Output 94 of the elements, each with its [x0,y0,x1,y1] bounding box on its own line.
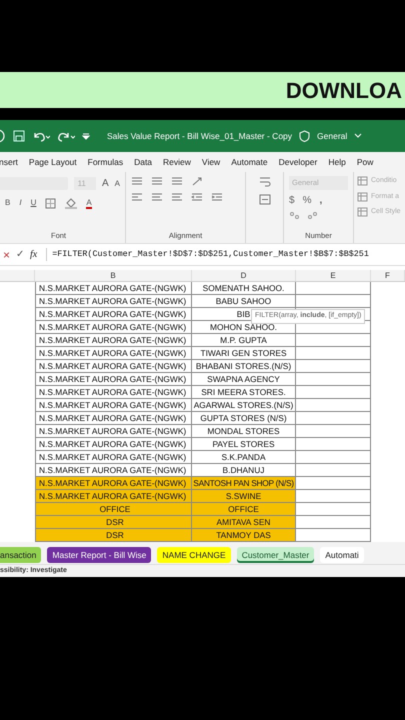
save-icon[interactable] [13,130,25,142]
font-color-button[interactable]: A [86,198,92,208]
table-cell: AGARWAL STORES.(N/S) [192,399,296,412]
borders-icon[interactable] [45,198,56,208]
table-style-icon[interactable] [357,207,368,218]
fill-color-icon[interactable] [65,197,78,209]
table-cell: N.S.MARKET AURORA GATE-(NGWK) [35,334,192,347]
merge-cells-icon[interactable] [258,194,270,205]
sheet-tab[interactable]: NAME CHANGE [157,546,231,562]
align-top-icon[interactable] [131,176,143,186]
sheet-tab[interactable]: Automati [320,546,364,562]
wrap-text-icon[interactable] [258,176,270,188]
ribbon-tab[interactable]: Pow [356,156,374,168]
table-cell: N.S.MARKET AURORA GATE-(NGWK) [35,399,192,412]
table-cell: SWAPNA AGENCY [192,373,296,386]
table-cell: SRI MEERA STORES. [192,386,296,399]
currency-button[interactable]: $ [289,193,295,208]
table-cell: AMITAVA SEN [192,516,296,529]
increase-font-button[interactable]: A [102,176,109,191]
document-title: Sales Value Report - Bill Wise_01_Master - Copy [107,130,292,142]
decrease-indent-icon[interactable] [191,192,203,202]
table-cell: N.S.MARKET AURORA GATE-(NGWK) [35,438,192,451]
table-cell: M.P. GUPTA [192,334,296,347]
align-left-icon[interactable] [131,192,143,202]
table-cell: N.S.MARKET AURORA GATE-(NGWK) [35,373,192,386]
table-cell: S.SWINE [192,490,296,503]
table-cell: N.S.MARKET AURORA GATE-(NGWK) [35,295,192,308]
table-cell: TANMOY DAS [192,529,296,542]
ribbon-tab[interactable]: Developer [278,156,318,168]
align-bottom-icon[interactable] [171,176,183,186]
table-cell: N.S.MARKET AURORA GATE-(NGWK) [35,308,192,321]
column-header[interactable]: D [192,270,296,281]
table-cell: N.S.MARKET AURORA GATE-(NGWK) [35,282,192,295]
ribbon-tab[interactable]: Review [163,156,191,168]
chevron-icon[interactable] [354,133,362,139]
sheet-tab[interactable]: Master Report - Bill Wise [47,546,152,562]
table-cell: GUPTA STORES (N/S) [192,412,296,425]
table-cell: SANTOSH PAN SHOP (N/S) [192,477,296,490]
undo-icon[interactable] [32,130,50,142]
table-cell: TIWARI GEN STORES [192,347,296,360]
ribbon-tab[interactable]: View [202,156,220,168]
table-cell: N.S.MARKET AURORA GATE-(NGWK) [35,490,192,503]
ribbon-tab[interactable]: Page Layout [28,156,77,168]
underline-button[interactable]: U [30,197,36,209]
table-cell: N.S.MARKET AURORA GATE-(NGWK) [35,386,192,399]
italic-button[interactable]: I [19,197,22,209]
sheet-tab[interactable]: ansaction [0,546,42,562]
ribbon-tab[interactable]: Formulas [88,156,124,168]
bold-button[interactable]: B [5,197,10,209]
column-header[interactable]: E [296,270,371,281]
cancel-button[interactable]: × [3,246,10,264]
table-cell: S.K.PANDA [192,451,296,464]
sensitivity-label[interactable]: General [317,130,348,142]
table-cell: PAYEL STORES [192,438,296,451]
percent-button[interactable]: % [302,193,312,208]
decrease-font-button[interactable]: A [114,178,120,190]
ribbon-tab[interactable]: Automate [231,156,268,168]
ribbon-tab[interactable]: Data [134,156,152,168]
sheet-tab[interactable]: Customer_Master [236,546,314,562]
table-cell: BABU SAHOO [192,295,296,308]
table-cell: MONDAL STORES [192,425,296,438]
column-header[interactable]: F [371,270,405,281]
table-cell: N.S.MARKET AURORA GATE-(NGWK) [35,451,192,464]
increase-indent-icon[interactable] [211,192,223,202]
table-cell: DSR [35,529,192,542]
table-cell: N.S.MARKET AURORA GATE-(NGWK) [35,477,192,490]
table-cell: N.S.MARKET AURORA GATE-(NGWK) [35,360,192,373]
customize-icon[interactable] [82,132,90,140]
column-header[interactable]: B [35,270,192,281]
formula-text[interactable]: =FILTER(Customer_Master!$D$7:$D$251,Customer_Master!$B$7:$B$251 [46,248,369,261]
redo-icon[interactable] [57,130,75,142]
table-cell: N.S.MARKET AURORA GATE-(NGWK) [35,464,192,477]
table-cell: N.S.MARKET AURORA GATE-(NGWK) [35,347,192,360]
table-cell: DSR [35,516,192,529]
banner-heading: DOWNLOA [286,76,402,104]
align-right-icon[interactable] [171,192,183,202]
ribbon-tab[interactable]: Help [328,156,346,168]
table-cell: N.S.MARKET AURORA GATE-(NGWK) [35,412,192,425]
table-cell: MOHON SAHOO. [192,321,296,334]
table-cell: B.DHANUJ [192,464,296,477]
comma-style-button[interactable]: , [319,193,322,208]
table-cell: N.S.MARKET AURORA GATE-(NGWK) [35,321,192,334]
insert-function-button[interactable]: fx [30,247,38,262]
enter-button[interactable]: ✓ [16,247,24,262]
table-style-icon[interactable] [357,176,368,186]
table-style-icon[interactable] [357,192,368,202]
table-cell: OFFICE [35,503,192,516]
table-cell: OFFICE [192,503,296,516]
align-middle-icon[interactable] [151,176,163,186]
table-cell: N.S.MARKET AURORA GATE-(NGWK) [35,425,192,438]
align-center-icon[interactable] [151,192,163,202]
shield-icon [299,130,310,142]
table-cell: BHABANI STORES.(N/S) [192,360,296,373]
table-cell: SOMENATH SAHOO. [192,282,296,295]
